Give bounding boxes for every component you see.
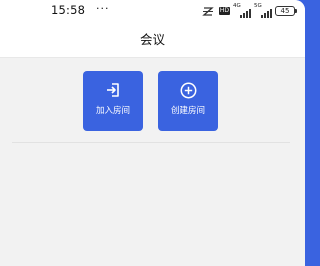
- status-indicators: HD 4G 5G 45: [202, 2, 297, 21]
- status-time: 15:58: [51, 3, 86, 17]
- create-room-button[interactable]: 创建房间: [158, 71, 218, 131]
- login-icon: [83, 82, 143, 100]
- signal-5g-icon: 5G: [254, 3, 272, 18]
- signal-4g-icon: 4G: [233, 3, 251, 18]
- nav-bar: 会议: [0, 22, 305, 58]
- page-title: 会议: [139, 32, 165, 47]
- create-room-label: 创建房间: [170, 106, 205, 116]
- join-room-button[interactable]: 加入房间: [83, 71, 143, 131]
- add-circle-icon: [158, 82, 218, 100]
- status-more-indicator: ···: [96, 2, 110, 15]
- hd-badge: HD: [218, 7, 230, 15]
- meeting-actions: 加入房间 创建房间: [0, 71, 305, 131]
- vibrate-icon: [202, 2, 214, 21]
- battery-icon: 45: [275, 6, 297, 16]
- section-divider: [12, 142, 290, 143]
- status-bar: 15:58 ··· HD 4G 5G 45: [0, 0, 305, 22]
- meeting-screen: 15:58 ··· HD 4G 5G 45 会议 加入房间 创建房间: [0, 0, 305, 266]
- join-room-label: 加入房间: [95, 106, 130, 116]
